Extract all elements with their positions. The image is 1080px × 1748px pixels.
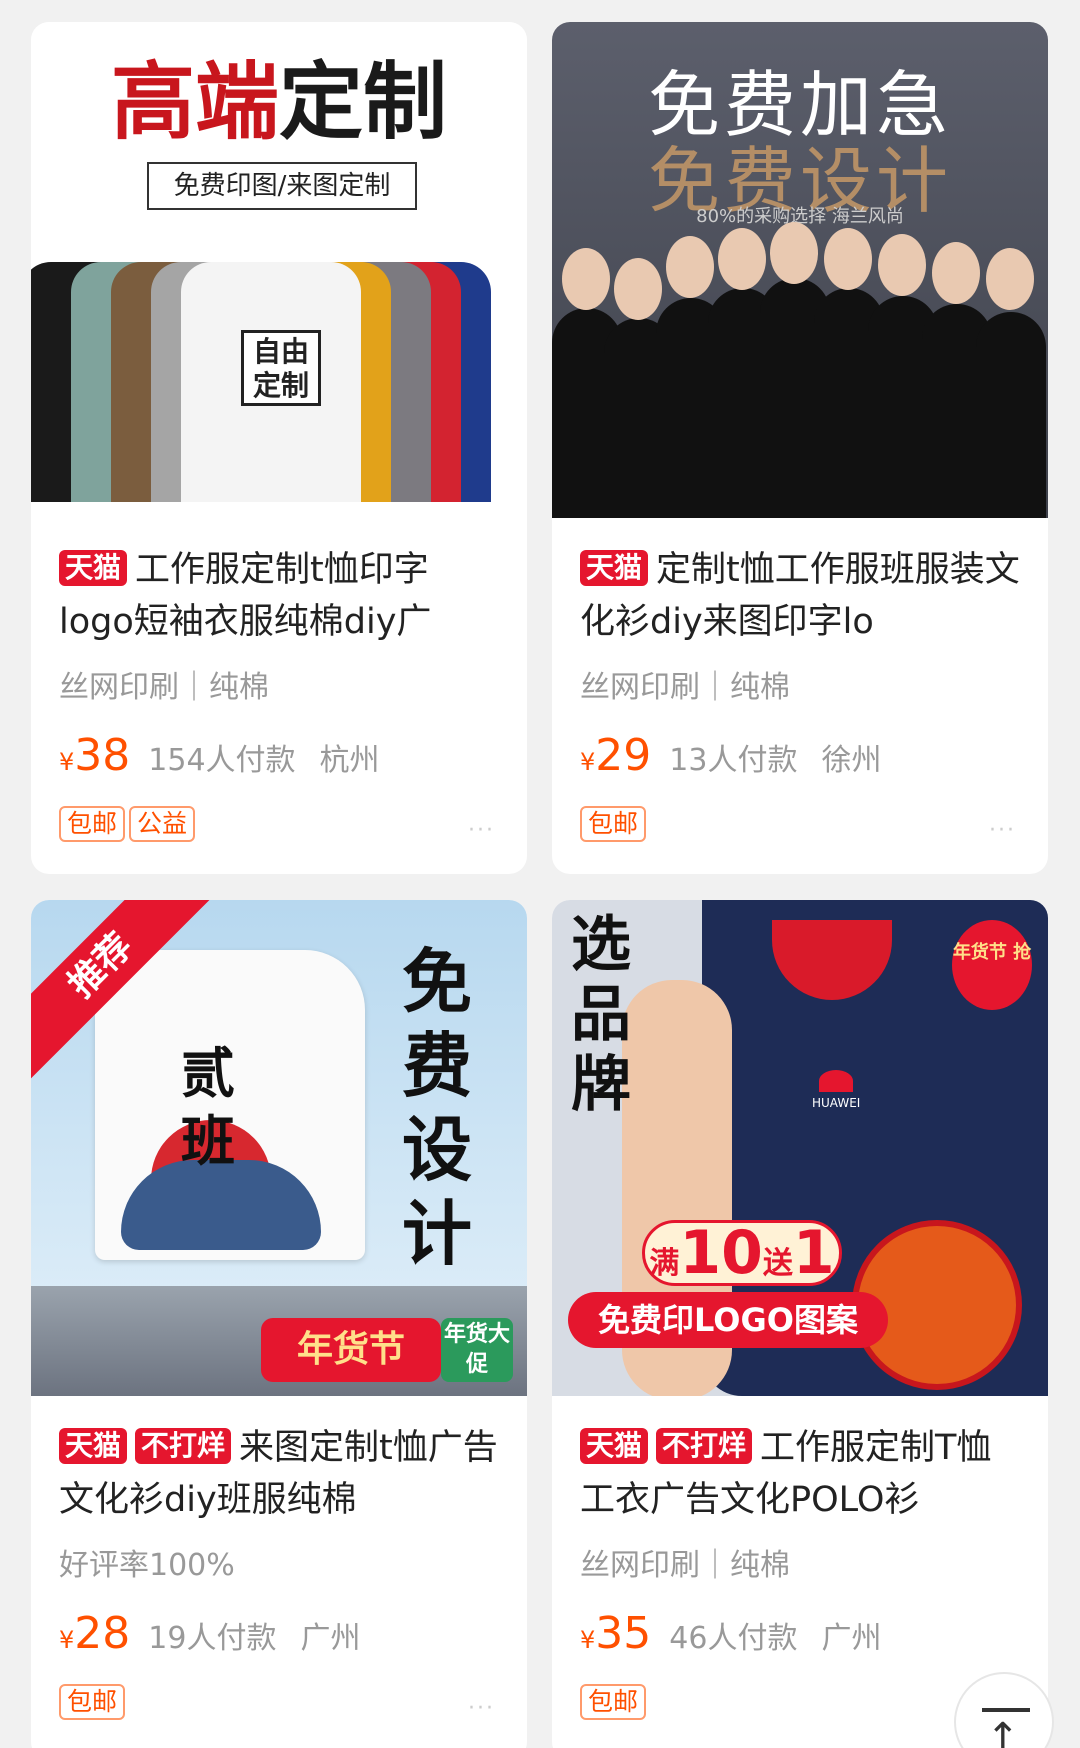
sales-count: 13人付款 [669,743,798,778]
promo-logo-print: 免费印LOGO图案 [568,1292,888,1348]
tag: 包邮 [580,806,647,842]
currency-symbol: ¥ [580,1626,596,1654]
product-card[interactable]: 免费加急 免费设计 80%的采购选择 海兰风尚 天猫 定制t恤工作服班服装文化衫d… [552,22,1048,874]
product-title[interactable]: 天猫 不打烊 工作服定制T恤工衣广告文化POLO衫 [580,1422,1020,1526]
promo-badge: 年货大促 [441,1318,513,1382]
shirt-text: 贰班 [181,1042,235,1173]
price-row: ¥29 13人付款 徐州 [580,728,1020,784]
image-vertical-text: 选品牌 [571,910,631,1120]
price-row: ¥28 19人付款 广州 [59,1606,499,1662]
product-subtitle: 好评率100% [59,1548,235,1583]
price: 29 [595,730,652,781]
model-head [878,234,926,296]
image-vertical-text: 免费设计 [402,941,472,1275]
promo-deal: 满10送1 [642,1220,842,1286]
sales-count: 19人付款 [148,1621,277,1656]
location: 广州 [821,1621,882,1656]
more-icon[interactable]: ··· [468,1696,495,1721]
tag: 公益 [129,806,196,842]
model-head [986,248,1034,310]
open-badge: 不打烊 [135,1428,232,1464]
model-head [770,222,818,284]
model [976,312,1046,518]
product-card[interactable]: 贰班 免费设计 年货节 年货大促 推荐 天猫 不打烊 来图定制t恤广告文化衫diy班… [31,900,527,1748]
price-row: ¥38 154人付款 杭州 [59,728,499,784]
product-title[interactable]: 天猫 定制t恤工作服班服装文化衫diy来图印字lo [580,544,1020,648]
price-row: ¥35 46人付款 广州 [580,1606,1020,1662]
model-head [562,248,610,310]
model-head [666,236,714,298]
product-card[interactable]: 选品牌 HUAWEI 年货节 抢 满10送1 免费印LOGO图案 天猫 不打烊 工作… [552,900,1048,1748]
price: 38 [74,730,131,781]
sales-count: 154人付款 [148,743,296,778]
product-image[interactable]: 免费加急 免费设计 80%的采购选择 海兰风尚 [552,22,1048,518]
tag: 包邮 [580,1684,647,1720]
product-image[interactable]: 高端定制 免费印图/来图定制 自由定制 [31,22,527,518]
currency-symbol: ¥ [580,748,596,776]
location: 徐州 [821,743,882,778]
tag-list: 包邮 ··· [580,806,1020,846]
more-icon[interactable]: ··· [468,818,495,843]
product-card[interactable]: 高端定制 免费印图/来图定制 自由定制 天猫 工作服定制t恤印字logo短袖衣服纯… [31,22,527,874]
price: 28 [74,1608,131,1659]
image-subtext: 免费印图/来图定制 [147,162,417,210]
product-image[interactable]: 贰班 免费设计 年货节 年货大促 推荐 [31,900,527,1396]
tmall-badge: 天猫 [59,1428,128,1464]
more-icon[interactable]: ··· [989,818,1016,843]
image-stamp: 自由定制 [241,330,321,406]
tag: 包邮 [59,1684,126,1720]
product-subtitle: 丝网印刷｜纯棉 [580,670,790,705]
location: 杭州 [319,743,380,778]
tmall-badge: 天猫 [59,550,128,586]
image-headline: 高端定制 [110,53,448,151]
tag-list: 包邮 ··· [59,1684,499,1724]
model-head [614,258,662,320]
tmall-badge: 天猫 [580,550,649,586]
sales-count: 46人付款 [669,1621,798,1656]
product-title[interactable]: 天猫 工作服定制t恤印字logo短袖衣服纯棉diy广 [59,544,499,648]
product-image[interactable]: 选品牌 HUAWEI 年货节 抢 满10送1 免费印LOGO图案 [552,900,1048,1396]
open-badge: 不打烊 [656,1428,753,1464]
festival-badge: 年货节 [261,1318,441,1382]
product-subtitle: 丝网印刷｜纯棉 [59,670,269,705]
model-head [718,228,766,290]
tmall-badge: 天猫 [580,1428,649,1464]
newyear-badge: 年货节 抢 [952,920,1032,1010]
brand-logo: HUAWEI [812,1070,860,1110]
product-title[interactable]: 天猫 不打烊 来图定制t恤广告文化衫diy班服纯棉 [59,1422,499,1526]
tag-list: 包邮 公益 ··· [59,806,499,846]
tag: 包邮 [59,806,126,842]
model-head [824,228,872,290]
currency-symbol: ¥ [59,748,75,776]
model-head [932,242,980,304]
price: 35 [595,1608,652,1659]
currency-symbol: ¥ [59,1626,75,1654]
location: 广州 [300,1621,361,1656]
product-subtitle: 丝网印刷｜纯棉 [580,1548,790,1583]
